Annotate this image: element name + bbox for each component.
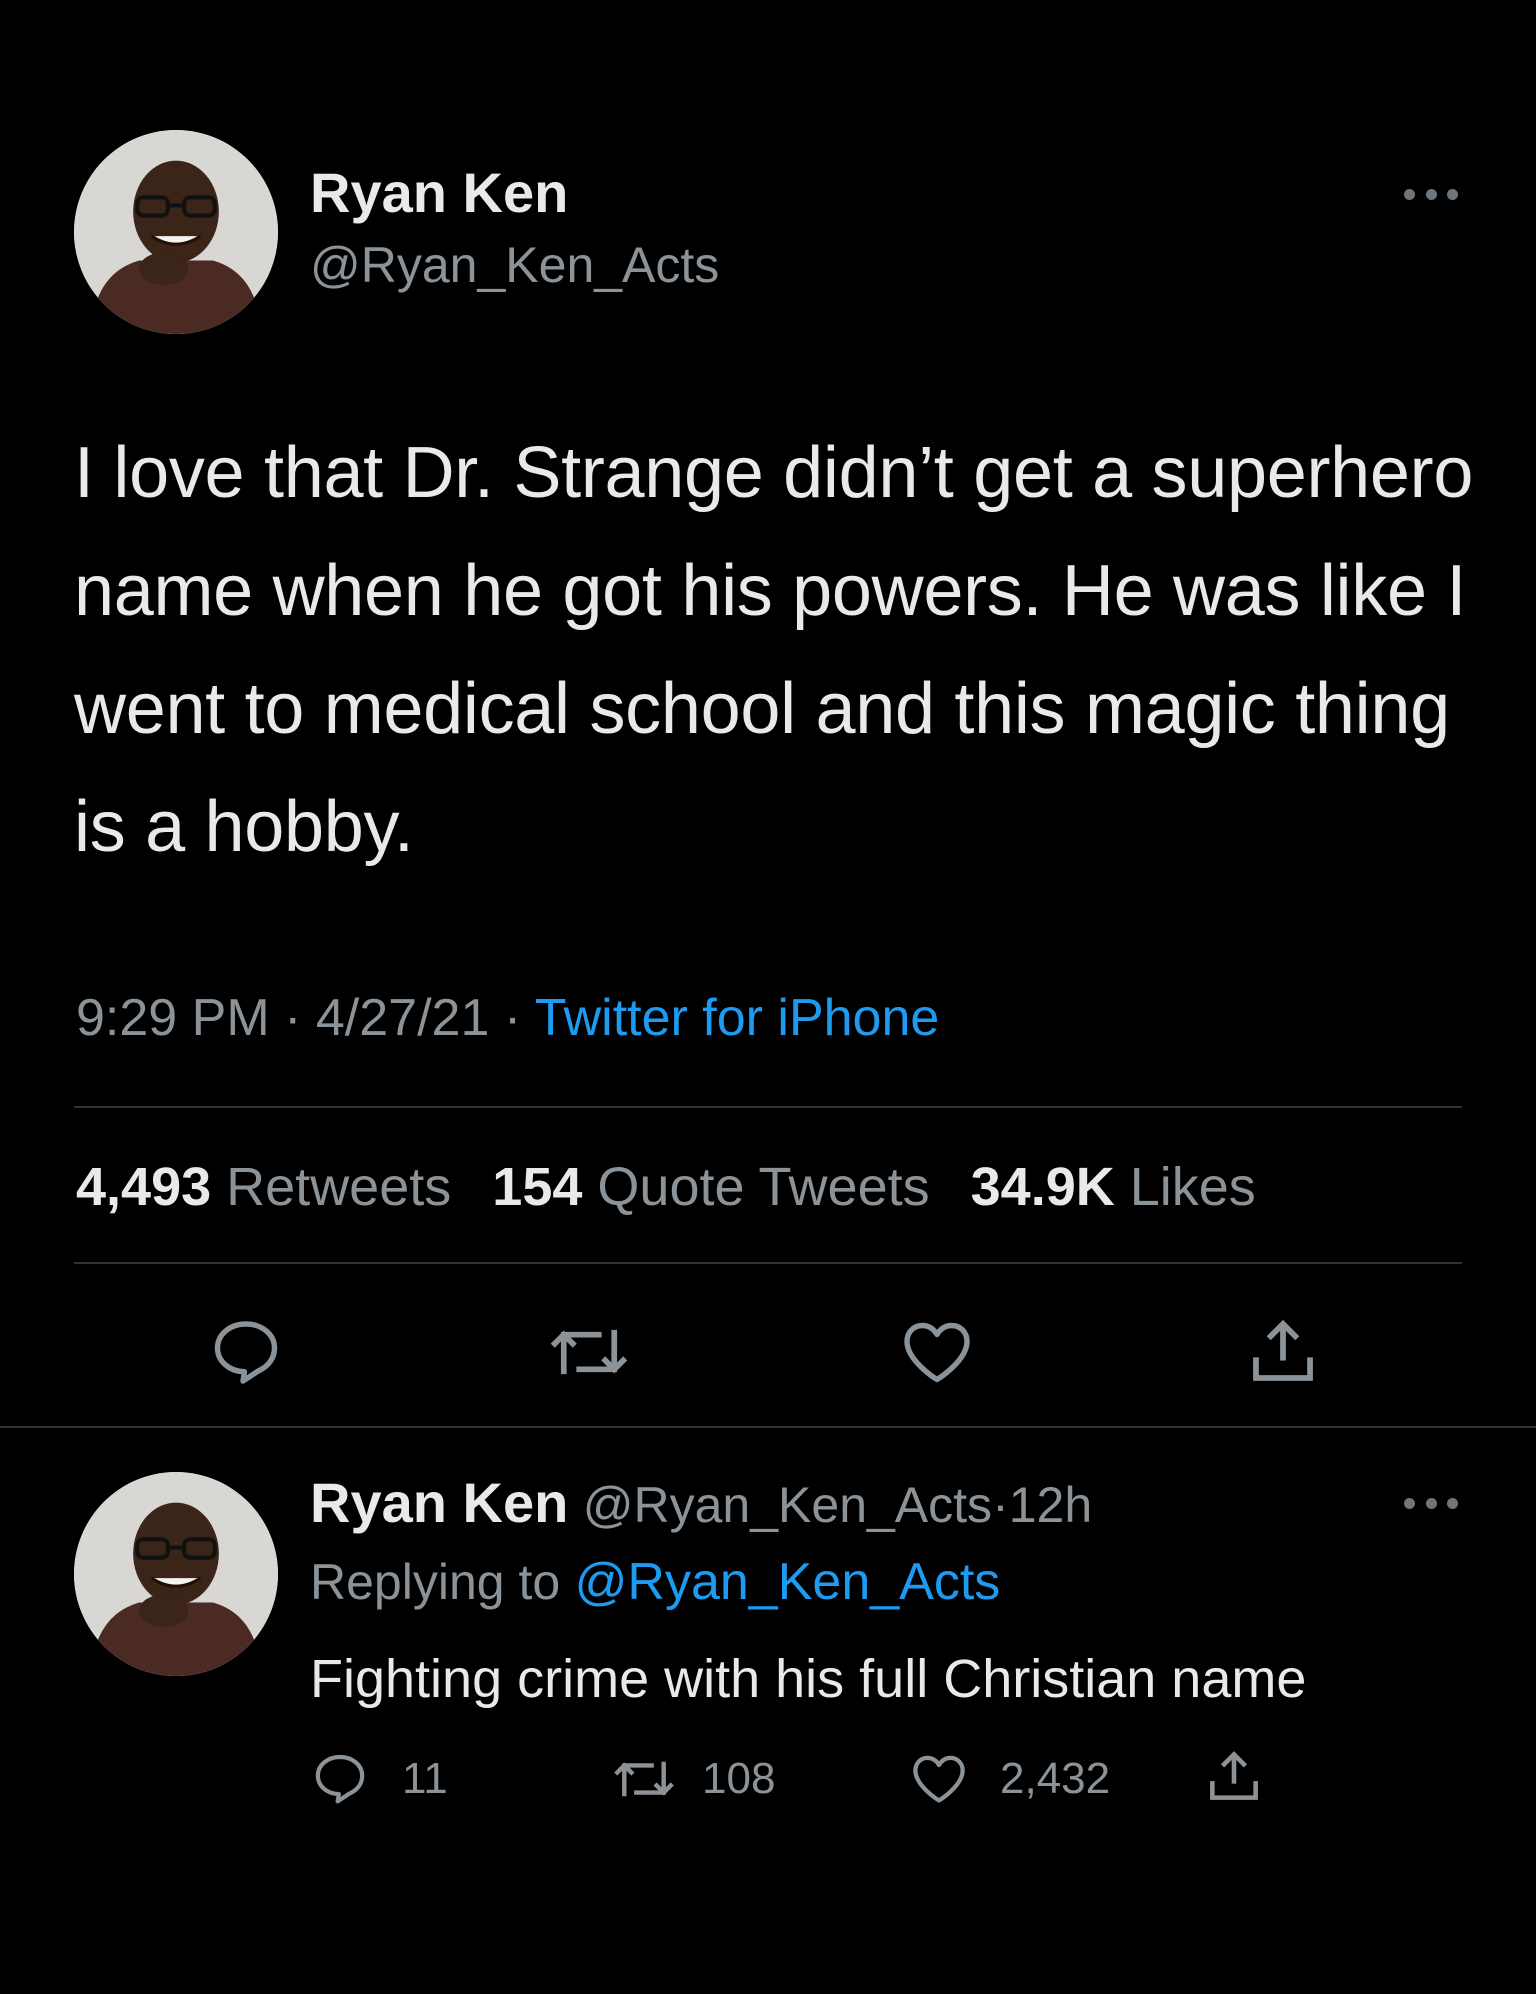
meta-separator: · <box>284 989 302 1047</box>
divider-top <box>74 1106 1462 1108</box>
more-icon[interactable] <box>1404 187 1458 201</box>
tweet-meta: 9:29 PM · 4/27/21 · Twitter for iPhone <box>76 988 939 1048</box>
reply-separator: · <box>992 1477 1009 1533</box>
reply-like-icon[interactable] <box>910 1752 968 1804</box>
tweet-source-link[interactable]: Twitter for iPhone <box>535 989 940 1047</box>
reply-retweet-icon[interactable] <box>612 1754 676 1804</box>
quote-tweets-stat[interactable]: 154 Quote Tweets <box>492 1157 929 1217</box>
replying-to-line: Replying to @Ryan_Ken_Acts <box>310 1552 1000 1612</box>
section-divider <box>0 1426 1536 1428</box>
reply-like-count: 2,432 <box>1000 1754 1111 1803</box>
tweet-text: I love that Dr. Strange didn’t get a sup… <box>74 433 1474 867</box>
reply-author-handle[interactable]: @Ryan_Ken_Acts <box>583 1477 992 1533</box>
avatar-photo <box>74 1472 278 1676</box>
reply-reply-icon[interactable] <box>312 1752 368 1804</box>
author-handle[interactable]: @Ryan_Ken_Acts <box>310 236 719 294</box>
share-icon[interactable] <box>1248 1316 1318 1386</box>
like-icon[interactable] <box>900 1318 974 1384</box>
replying-to-link[interactable]: @Ryan_Ken_Acts <box>575 1553 1001 1611</box>
reply-author-name[interactable]: Ryan Ken <box>310 1471 568 1534</box>
meta-separator: · <box>503 989 522 1047</box>
tweet-time: 9:29 PM <box>76 989 270 1047</box>
retweets-stat[interactable]: 4,493 Retweets <box>76 1157 451 1217</box>
reply-text: Fighting crime with his full Christian n… <box>310 1649 1307 1709</box>
author-name[interactable]: Ryan Ken <box>310 160 568 225</box>
author-avatar[interactable] <box>74 130 278 334</box>
retweet-icon[interactable] <box>548 1320 630 1384</box>
reply-retweet-count: 108 <box>702 1754 776 1803</box>
replying-to-prefix: Replying to <box>310 1554 561 1610</box>
divider-bottom <box>74 1262 1462 1264</box>
likes-stat[interactable]: 34.9K Likes <box>971 1157 1256 1217</box>
tweet-date[interactable]: 4/27/21 <box>316 989 490 1047</box>
reply-header: Ryan Ken @Ryan_Ken_Acts·12h <box>310 1470 1092 1535</box>
reply-share-icon[interactable] <box>1206 1748 1262 1804</box>
reply-author-avatar[interactable] <box>74 1472 278 1676</box>
avatar-photo <box>74 130 278 334</box>
reply-icon[interactable] <box>210 1318 282 1384</box>
reply-reply-count: 11 <box>402 1754 448 1803</box>
tweet-stats: 4,493 Retweets 154 Quote Tweets 34.9K Li… <box>76 1156 1256 1218</box>
reply-more-icon[interactable] <box>1404 1496 1458 1510</box>
reply-time[interactable]: 12h <box>1009 1477 1092 1533</box>
